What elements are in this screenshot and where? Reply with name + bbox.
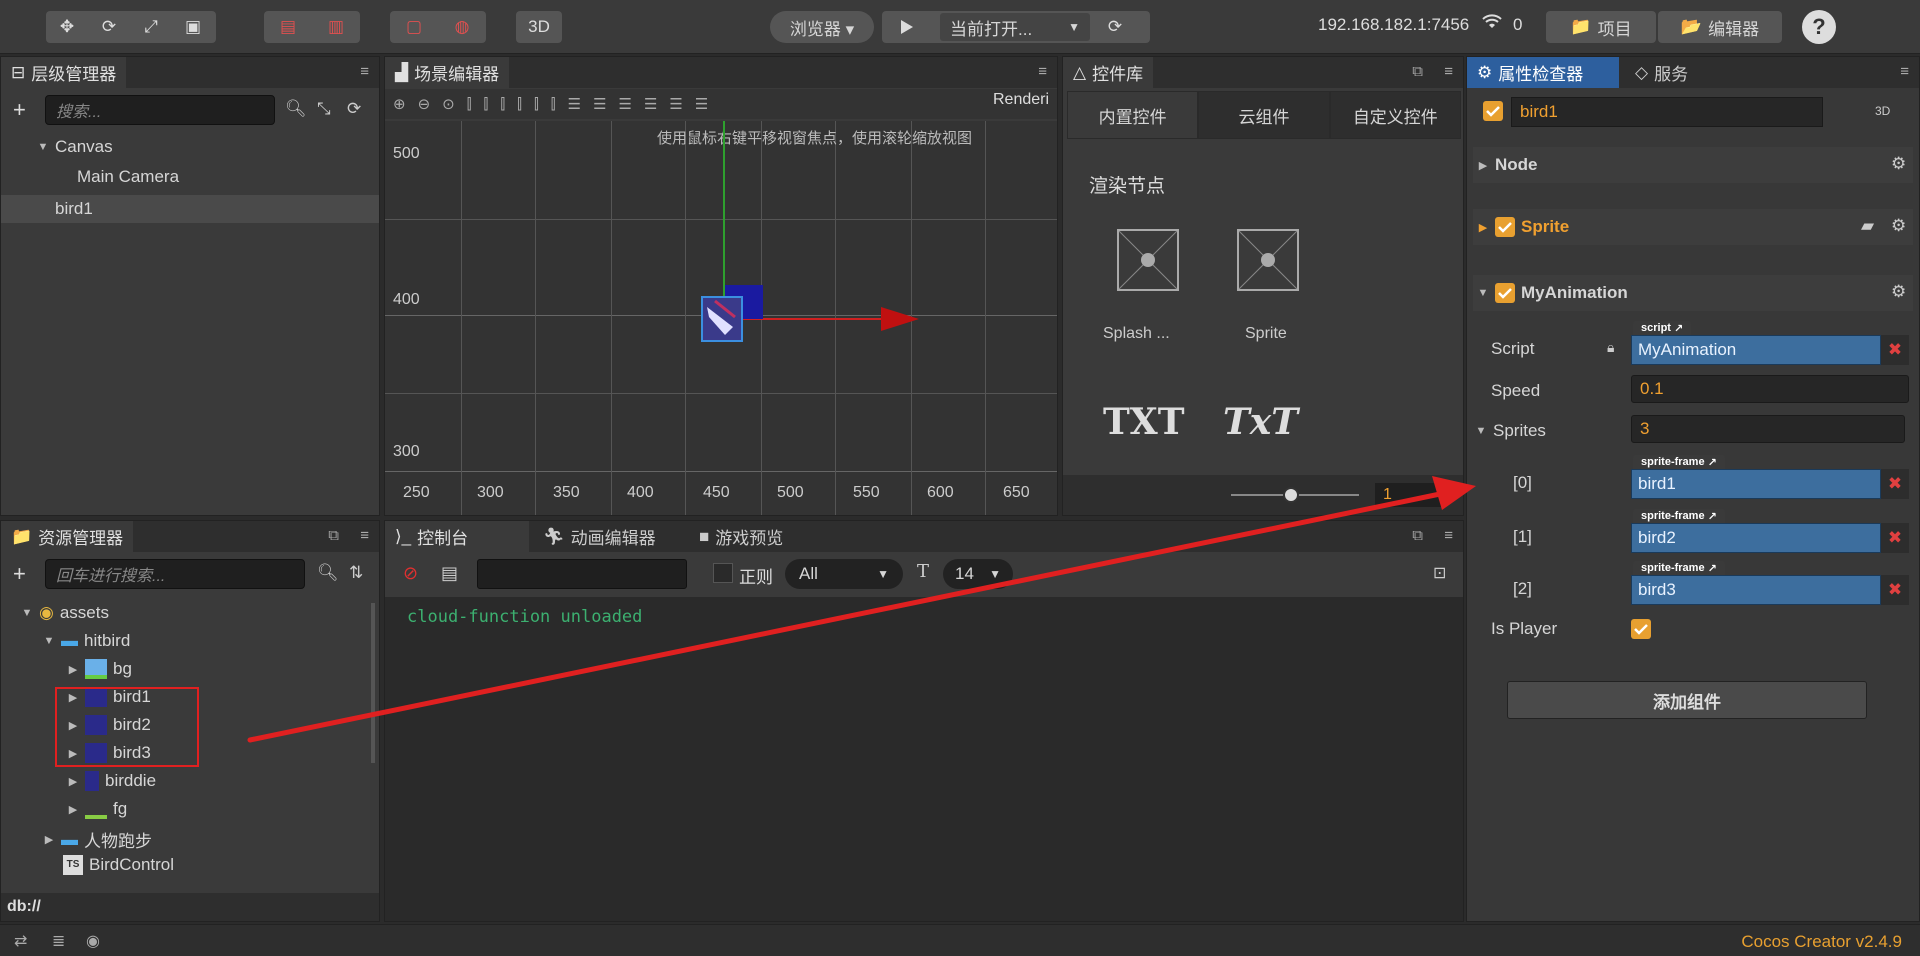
annotation-arrow [247,476,1476,743]
sync-icon[interactable]: ⇄ [14,931,27,951]
version-label: Cocos Creator v2.4.9 [1741,932,1902,951]
status-bar: ⇄ ≣ ◉ Cocos Creator v2.4.9 [0,924,1920,956]
eye-icon[interactable]: ◉ [86,931,100,951]
database-icon[interactable]: ≣ [52,931,65,951]
